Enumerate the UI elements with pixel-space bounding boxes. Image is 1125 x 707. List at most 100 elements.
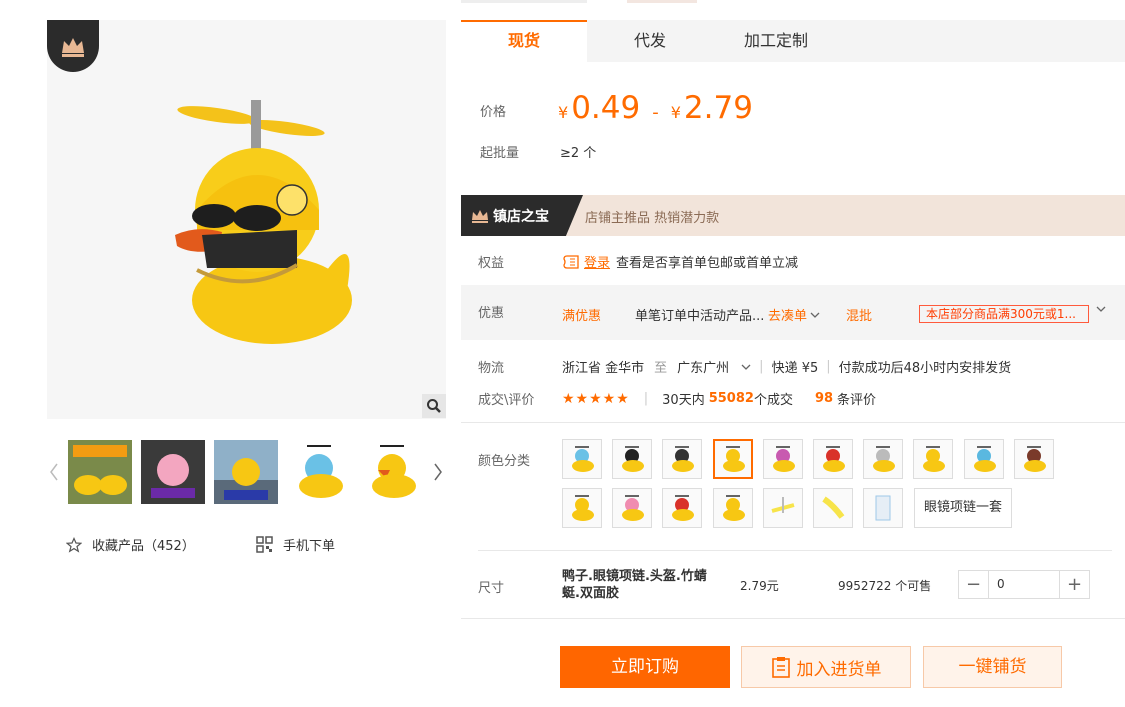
thumbnail-3[interactable] <box>214 440 278 504</box>
qr-code-icon <box>256 536 273 553</box>
thumbnail-4[interactable] <box>287 440 351 504</box>
collect-product-button[interactable]: 收藏产品（452） <box>66 535 195 554</box>
discount-label: 优惠 <box>478 306 505 321</box>
currency-symbol: ¥ <box>558 103 569 122</box>
tab-dropship[interactable]: 代发 <box>587 20 713 62</box>
separator: | <box>759 359 764 374</box>
color-swatch[interactable] <box>913 439 954 479</box>
to-word: 至 <box>654 361 668 376</box>
ship-to-value: 广东广州 <box>677 361 730 376</box>
rating-label: 成交\评价 <box>478 393 535 408</box>
add-to-cart-button[interactable]: 加入进货单 <box>741 646 911 688</box>
color-swatch[interactable] <box>863 439 904 479</box>
purchase-mode-tabs: 现货 代发 加工定制 <box>461 20 1125 62</box>
quantity-minus-button[interactable]: − <box>959 571 988 598</box>
mobile-order-label: 手机下单 <box>283 539 336 554</box>
color-swatch[interactable] <box>712 439 753 479</box>
rating-stars-icon: ★★★★★ <box>562 390 630 407</box>
section-divider <box>461 618 1125 619</box>
color-swatch[interactable] <box>662 488 703 528</box>
store-treasure-banner: 镇店之宝 店铺主推品 热销潜力款 <box>461 195 1125 236</box>
color-swatch[interactable] <box>662 439 703 479</box>
color-swatch[interactable] <box>863 488 904 528</box>
rating-row: ★★★★★ | 30天内 55082 个成交 98 条评价 <box>562 389 876 409</box>
separator: | <box>826 359 831 374</box>
color-option-glasses-set[interactable]: 眼镜项链一套 <box>914 488 1012 528</box>
section-divider <box>478 550 1112 551</box>
thumb-next-arrow-icon[interactable] <box>431 458 445 486</box>
reviews-count[interactable]: 98 <box>815 391 833 406</box>
deals-suffix: 个成交 <box>753 393 793 408</box>
size-name: 鸭子.眼镜项链.头盔.竹蜻蜓.双面胶 <box>562 569 707 601</box>
coupon-icon <box>563 254 579 269</box>
thumb-prev-arrow-icon[interactable] <box>47 458 61 486</box>
ship-time: 付款成功后48小时内安排发货 <box>838 361 1012 376</box>
moq-label: 起批量 <box>480 146 520 161</box>
quantity-input[interactable]: 0 <box>988 571 1060 598</box>
color-swatch[interactable] <box>963 439 1004 479</box>
add-to-cart-label: 加入进货单 <box>796 659 882 680</box>
chevron-down-icon <box>741 364 751 370</box>
color-swatch[interactable] <box>813 488 853 528</box>
tab-in-stock[interactable]: 现货 <box>461 20 587 62</box>
thumbnail-strip <box>47 440 446 504</box>
price-dash: - <box>652 102 659 123</box>
chevron-down-icon <box>810 312 820 318</box>
color-swatch[interactable] <box>762 439 803 479</box>
thumbnail-2[interactable] <box>141 440 205 504</box>
zoom-icon[interactable] <box>422 394 446 418</box>
add-items-link[interactable]: 去凑单 <box>768 305 820 324</box>
color-swatch[interactable] <box>1013 439 1054 479</box>
login-link[interactable]: 登录 <box>584 252 610 271</box>
color-swatch[interactable] <box>562 488 602 528</box>
color-label: 颜色分类 <box>478 454 531 469</box>
promo-expand-icon[interactable] <box>1095 303 1107 318</box>
color-swatch[interactable] <box>813 439 853 479</box>
order-now-button[interactable]: 立即订购 <box>560 646 730 688</box>
banner-title-text: 镇店之宝 <box>493 208 549 225</box>
top-tab-edge-2 <box>627 0 697 3</box>
one-click-stock-button[interactable]: 一键铺货 <box>923 646 1062 688</box>
size-label: 尺寸 <box>478 581 505 596</box>
discount-tag: 满优惠 <box>562 309 602 324</box>
tab-custom[interactable]: 加工定制 <box>713 20 839 62</box>
banner-title: 镇店之宝 <box>461 195 583 236</box>
add-items-label: 去凑单 <box>768 309 808 324</box>
benefit-row: 登录 查看是否享首单包邮或首单立减 <box>562 252 798 271</box>
price-min: 0.49 <box>571 90 641 126</box>
mobile-order-button[interactable]: 手机下单 <box>256 535 335 554</box>
thumbnail-5[interactable] <box>360 440 424 504</box>
rubber-duck-image <box>175 100 352 344</box>
mixed-batch-tag[interactable]: 混批 <box>846 305 872 324</box>
quantity-stepper: − 0 + <box>958 570 1090 599</box>
active-tab-indicator <box>461 20 587 22</box>
crown-badge-icon <box>47 20 99 72</box>
price-range: ¥ 0.49 - ¥ 2.79 <box>558 90 753 126</box>
logistics-row: 浙江省 金华市 至 广东广州 | 快递 ¥5 | 付款成功后48小时内安排发货 <box>562 357 1011 376</box>
ship-from: 浙江省 金华市 <box>562 361 645 376</box>
store-promo-box[interactable]: 本店部分商品满300元或1... <box>919 305 1089 323</box>
color-swatch[interactable] <box>762 488 803 528</box>
express-fee: 快递 ¥5 <box>771 361 819 376</box>
quantity-plus-button[interactable]: + <box>1060 571 1089 598</box>
deals-count: 55082 <box>708 391 754 406</box>
banner-tags: 店铺主推品 热销潜力款 <box>585 211 720 226</box>
separator: | <box>643 391 649 406</box>
logistics-label: 物流 <box>478 361 505 376</box>
currency-symbol-2: ¥ <box>670 103 681 122</box>
thumbnail-1[interactable] <box>68 440 132 504</box>
color-swatch[interactable] <box>612 488 653 528</box>
price-label: 价格 <box>480 105 507 120</box>
benefit-label: 权益 <box>478 256 505 271</box>
moq-value: ≥2 个 <box>560 146 597 161</box>
benefit-text: 查看是否享首单包邮或首单立减 <box>616 256 799 271</box>
color-swatch[interactable] <box>612 439 653 479</box>
ship-to-select[interactable]: 广东广州 <box>677 357 751 376</box>
top-tab-edge <box>461 0 587 3</box>
main-product-image[interactable] <box>47 20 446 419</box>
color-swatch[interactable] <box>712 488 753 528</box>
color-swatch[interactable] <box>562 439 602 479</box>
product-detail-page: 收藏产品（452） 手机下单 现货 代发 加工定制 价格 ¥ 0.49 - ¥ … <box>0 0 1125 707</box>
collect-label: 收藏产品（452） <box>92 539 195 554</box>
clipboard-icon <box>771 657 790 678</box>
